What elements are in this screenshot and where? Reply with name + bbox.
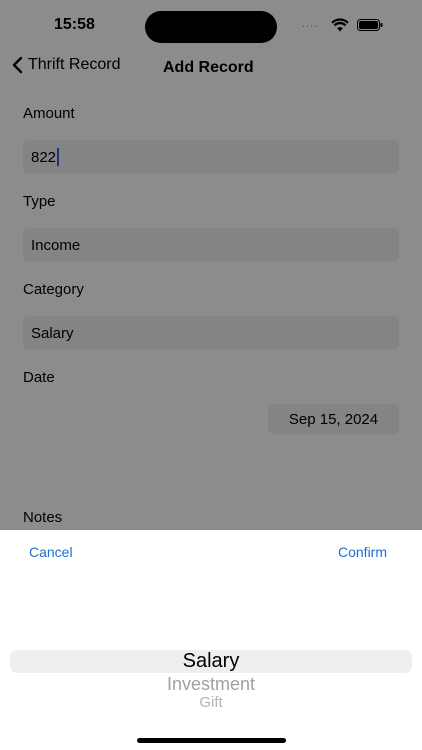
cancel-button[interactable]: Cancel [29,544,73,560]
picker-option-selected[interactable]: Salary [0,650,422,673]
picker-option[interactable]: Investment [0,674,422,695]
add-record-screen: 15:58 .... Thrift Record Add Record Amou… [0,0,422,750]
home-indicator [137,738,286,743]
category-picker-sheet: Cancel Confirm Salary Investment Gift [0,530,422,750]
dim-overlay[interactable] [0,0,422,530]
confirm-button[interactable]: Confirm [338,544,387,560]
picker-option[interactable]: Gift [0,694,422,711]
